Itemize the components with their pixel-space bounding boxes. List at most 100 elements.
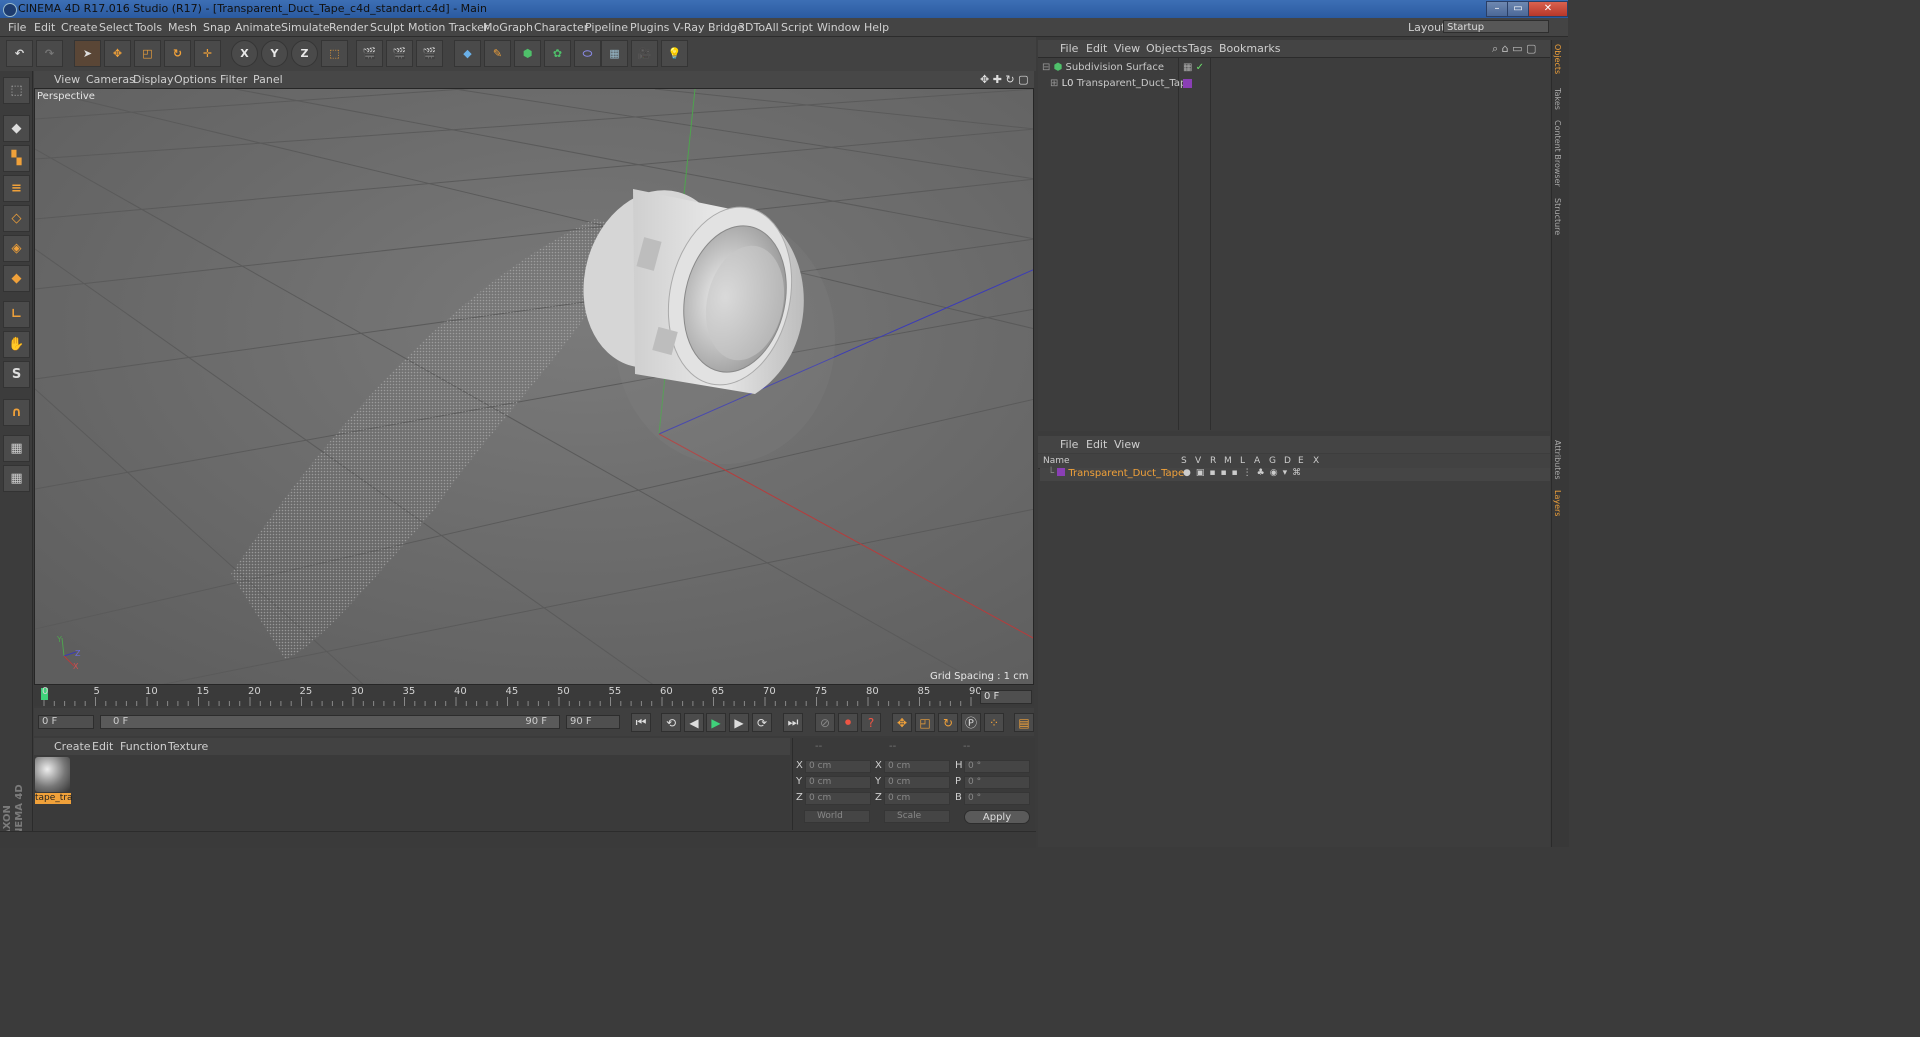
menu-pipeline[interactable]: Pipeline xyxy=(585,21,628,34)
material-thumbnail[interactable] xyxy=(35,757,70,792)
current-frame-field[interactable]: 0 F xyxy=(980,690,1032,704)
close-button[interactable]: ✕ xyxy=(1528,1,1568,17)
key-pla-icon[interactable]: ⁘ xyxy=(984,713,1004,732)
layer-col-manager[interactable]: M xyxy=(1224,456,1232,466)
start-frame-field[interactable]: 0 F xyxy=(38,715,94,729)
edges-mode-icon[interactable]: ◈ xyxy=(3,235,30,262)
next-frame-icon[interactable]: ▶ xyxy=(729,713,749,732)
menu-create[interactable]: Create xyxy=(61,21,98,34)
menu-edit[interactable]: Edit xyxy=(34,21,55,34)
material-menu-create[interactable]: Create xyxy=(54,740,91,753)
make-editable-icon[interactable]: ⬚ xyxy=(3,77,30,104)
layer-toggle-icons[interactable]: ●▣▪▪▪⋮♣◉▾⌘ xyxy=(1183,468,1306,478)
deformer-icon[interactable]: ⬭ xyxy=(574,40,601,67)
scale-dropdown[interactable]: Scale xyxy=(884,810,950,823)
timeline-ruler[interactable]: 0 5 10 15 20 25 30 35 40 45 50 55 60 65 70 75 80 85 90 xyxy=(34,686,1034,706)
render-view-icon[interactable]: 🎬 xyxy=(356,40,383,67)
apply-button[interactable]: Apply xyxy=(964,810,1030,824)
points-mode-icon[interactable]: ◇ xyxy=(3,205,30,232)
layer-menu-file[interactable]: File xyxy=(1060,438,1078,451)
previous-frame-icon[interactable]: ◀ xyxy=(684,713,704,732)
menu-script[interactable]: Script xyxy=(781,21,813,34)
object-menu-tags[interactable]: Tags xyxy=(1188,42,1212,55)
tab-attributes[interactable]: Attributes xyxy=(1553,440,1562,480)
coordinate-system-icon[interactable]: ⬚ xyxy=(321,40,348,67)
menu-plugins[interactable]: Plugins xyxy=(630,21,669,34)
viewport-menu-view[interactable]: View xyxy=(54,73,80,86)
object-menu-file[interactable]: File xyxy=(1060,42,1078,55)
texture-mode-icon[interactable]: ▚ xyxy=(3,145,30,172)
record-active-icon[interactable]: ⏺ xyxy=(838,713,858,732)
maximize-button[interactable]: ▭ xyxy=(1507,1,1529,17)
object-menu-view[interactable]: View xyxy=(1114,42,1140,55)
planar-workplane-icon[interactable]: ▦ xyxy=(3,465,30,492)
undo-icon[interactable]: ↶ xyxy=(6,40,33,67)
rotate-icon[interactable]: ↻ xyxy=(164,40,191,67)
preview-range-slider[interactable]: 0 F 90 F xyxy=(100,715,560,729)
viewport-menu-options[interactable]: Options xyxy=(174,73,216,86)
layer-col-visible[interactable]: V xyxy=(1195,456,1201,466)
object-menu-bookmarks[interactable]: Bookmarks xyxy=(1219,42,1280,55)
go-to-end-icon[interactable]: ⏭ xyxy=(783,713,803,732)
menu-mesh[interactable]: Mesh xyxy=(168,21,197,34)
tab-structure[interactable]: Structure xyxy=(1553,198,1562,235)
perspective-viewport[interactable] xyxy=(34,88,1034,685)
minimize-button[interactable]: – xyxy=(1486,1,1508,17)
menu-character[interactable]: Character xyxy=(534,21,588,34)
menu-select[interactable]: Select xyxy=(99,21,133,34)
key-parameter-icon[interactable]: Ⓟ xyxy=(961,713,981,732)
object-manager-nav-icons[interactable]: ⌕ ⌂ ▭ ▢ xyxy=(1492,42,1536,56)
coord-rotation-field[interactable]: 0 ° xyxy=(964,760,1030,773)
end-frame-field[interactable]: 90 F xyxy=(566,715,620,729)
menu-tools[interactable]: Tools xyxy=(135,21,162,34)
coord-position-field[interactable]: 0 cm xyxy=(805,760,871,773)
viewport-nav-icons[interactable]: ✥ ✚ ↻ ▢ xyxy=(980,73,1029,86)
redo-icon[interactable]: ↷ xyxy=(36,40,63,67)
coord-position-field[interactable]: 0 cm xyxy=(805,776,871,789)
render-picture-viewer-icon[interactable]: 🎬 xyxy=(386,40,413,67)
menu-mograph[interactable]: MoGraph xyxy=(483,21,533,34)
layer-col-locked[interactable]: L xyxy=(1240,456,1245,466)
transform-icon[interactable]: ✛ xyxy=(194,40,221,67)
layer-col-generators[interactable]: G xyxy=(1269,456,1276,466)
scale-icon[interactable]: ◰ xyxy=(134,40,161,67)
layer-col-expressions[interactable]: E xyxy=(1298,456,1304,466)
key-scale-icon[interactable]: ◰ xyxy=(915,713,935,732)
viewport-menu-display[interactable]: Display xyxy=(133,73,174,86)
tab-content-browser[interactable]: Content Browser xyxy=(1553,120,1562,187)
next-key-icon[interactable]: ⟳ xyxy=(752,713,772,732)
key-rotation-icon[interactable]: ↻ xyxy=(938,713,958,732)
go-to-start-icon[interactable]: ⏮ xyxy=(631,713,651,732)
menu-vray-bridge[interactable]: V-Ray Bridge xyxy=(673,21,744,34)
menu-render[interactable]: Render xyxy=(329,21,368,34)
layer-col-name[interactable]: Name xyxy=(1043,456,1070,466)
menu-simulate[interactable]: Simulate xyxy=(281,21,330,34)
menu-animate[interactable]: Animate xyxy=(235,21,281,34)
coord-size-field[interactable]: 0 cm xyxy=(884,792,950,805)
world-dropdown[interactable]: World xyxy=(804,810,870,823)
tweak-mode-icon[interactable]: ✋ xyxy=(3,331,30,358)
model-mode-icon[interactable]: ◆ xyxy=(3,115,30,142)
object-row-duct-tape[interactable]: ⊞ L0 Transparent_Duct_Tape xyxy=(1050,78,1192,89)
play-icon[interactable]: ▶ xyxy=(706,713,726,732)
polygons-mode-icon[interactable]: ◆ xyxy=(3,265,30,292)
layer-col-xref[interactable]: X xyxy=(1313,456,1319,466)
light-icon[interactable]: 💡 xyxy=(661,40,688,67)
coord-size-field[interactable]: 0 cm xyxy=(884,776,950,789)
menu-sculpt[interactable]: Sculpt xyxy=(370,21,404,34)
tab-objects[interactable]: Objects xyxy=(1553,44,1562,74)
layer-col-animation[interactable]: A xyxy=(1254,456,1260,466)
subdivision-surface-icon[interactable]: ⬢ xyxy=(514,40,541,67)
select-arrow-icon[interactable]: ➤ xyxy=(74,40,101,67)
layout-select[interactable]: Startup xyxy=(1443,20,1549,33)
material-menu-texture[interactable]: Texture xyxy=(168,740,208,753)
layer-menu-view[interactable]: View xyxy=(1114,438,1140,451)
viewport-menu-cameras[interactable]: Cameras xyxy=(86,73,135,86)
move-icon[interactable]: ✥ xyxy=(104,40,131,67)
z-axis-icon[interactable]: Z xyxy=(291,40,318,67)
autokey-icon[interactable]: ? xyxy=(861,713,881,732)
material-menu-edit[interactable]: Edit xyxy=(92,740,113,753)
key-position-icon[interactable]: ✥ xyxy=(892,713,912,732)
tab-layers[interactable]: Layers xyxy=(1553,490,1562,516)
layer-color-icon[interactable] xyxy=(1057,468,1066,476)
